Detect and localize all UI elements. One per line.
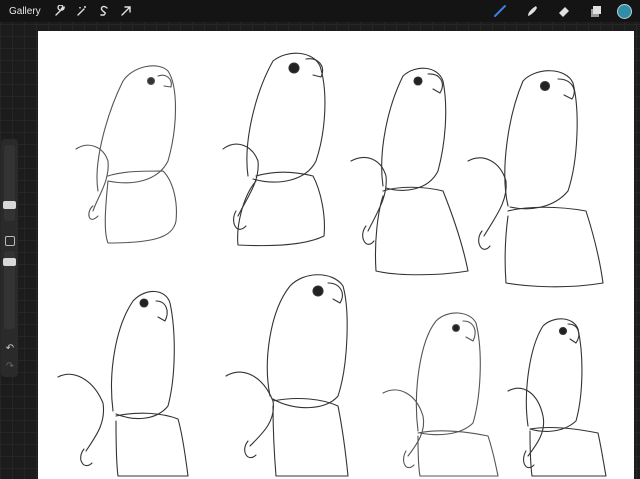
parrot-sketch [57,290,189,477]
wrench-icon[interactable] [49,0,71,22]
parrot-sketch [382,312,499,477]
opacity-thumb[interactable] [3,258,16,266]
right-tool-group [487,0,636,22]
parrot-sketch [507,318,607,477]
redo-icon[interactable]: ↷ [4,361,16,373]
top-toolbar: Gallery [0,0,640,22]
drawing-canvas[interactable] [38,31,634,479]
parrot-sketch [225,274,349,477]
undo-icon[interactable]: ↶ [4,343,16,355]
transform-arrow-icon[interactable] [115,0,137,22]
side-slider-panel: ↶ ↷ [1,139,18,377]
parrot-sketch [467,70,604,288]
parrot-sketch [75,65,177,244]
gallery-button[interactable]: Gallery [9,6,41,17]
smudge-icon[interactable] [519,0,545,22]
selection-icon[interactable] [93,0,115,22]
color-picker-button[interactable] [617,3,632,19]
brush-icon[interactable] [487,0,513,22]
magic-wand-icon[interactable] [71,0,93,22]
parrot-sketch [350,67,469,276]
brush-size-slider[interactable] [4,145,15,221]
layers-icon[interactable] [583,0,609,22]
parrot-sketch [222,52,326,247]
sketch-artwork [57,52,607,477]
eraser-icon[interactable] [551,0,577,22]
brush-size-thumb[interactable] [3,201,16,209]
modify-button[interactable] [5,236,15,246]
